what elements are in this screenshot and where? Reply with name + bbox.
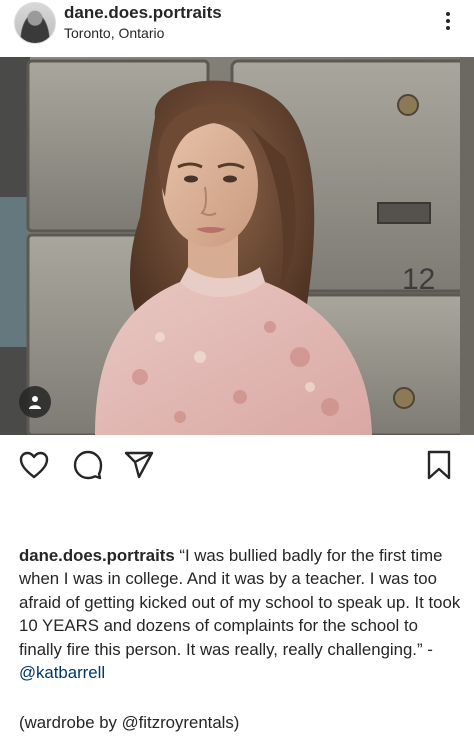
- post-caption: dane.does.portraits “I was bullied badly…: [19, 544, 464, 684]
- comment-icon[interactable]: [71, 448, 105, 482]
- send-icon[interactable]: [122, 448, 156, 482]
- post-photo[interactable]: 12: [0, 57, 474, 435]
- avatar[interactable]: [14, 2, 56, 44]
- svg-text:12: 12: [402, 263, 435, 296]
- caption-mention[interactable]: @katbarrell: [19, 663, 105, 682]
- credit-prefix: (wardrobe by: [19, 713, 122, 732]
- credit-suffix: ): [233, 713, 240, 732]
- caption-username[interactable]: dane.does.portraits: [19, 546, 175, 565]
- wardrobe-credit: (wardrobe by @fitzroyrentals): [19, 711, 464, 734]
- portrait-illustration: 12: [0, 57, 474, 435]
- credit-mention[interactable]: @fitzroyrentals: [122, 713, 234, 732]
- bookmark-icon[interactable]: [422, 448, 456, 482]
- more-vertical-icon[interactable]: [442, 12, 454, 36]
- heart-icon[interactable]: [17, 448, 51, 482]
- post-actions: [0, 440, 474, 490]
- post-header: dane.does.portraits Toronto, Ontario: [0, 0, 474, 50]
- post-location[interactable]: Toronto, Ontario: [64, 25, 164, 41]
- user-tag-icon[interactable]: [19, 386, 51, 418]
- post-username[interactable]: dane.does.portraits: [64, 3, 222, 23]
